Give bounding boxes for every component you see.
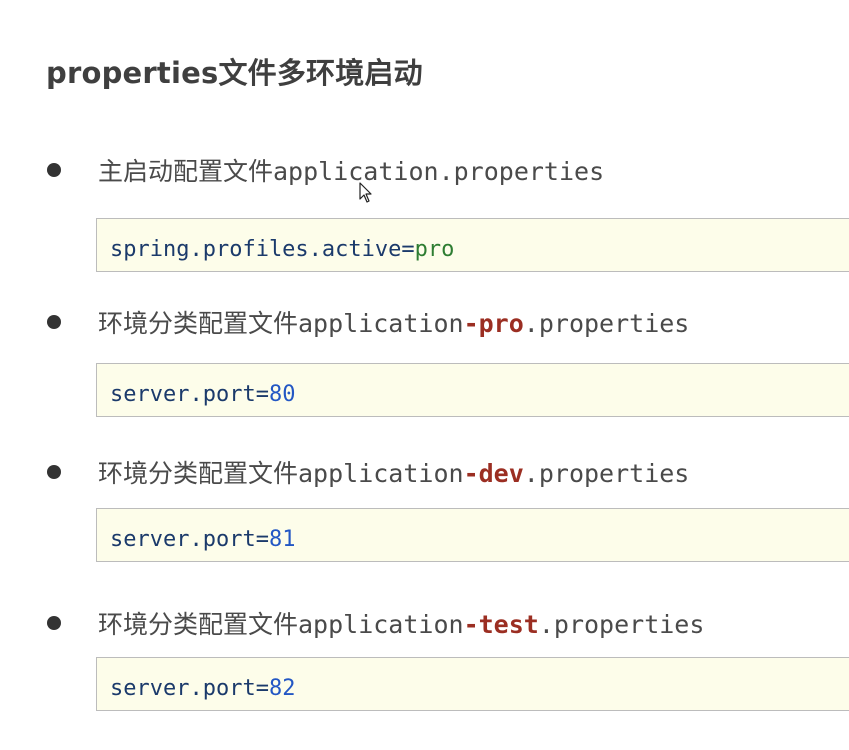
bullet-text-prefix: 主启动配置文件application — [98, 157, 439, 186]
bullet-dot-icon — [47, 465, 61, 479]
bullet-text-prefix: 环境分类配置文件application — [98, 309, 464, 338]
list-item: 环境分类配置文件application-test.properties — [0, 601, 849, 645]
code-key: server.port — [110, 527, 256, 552]
code-value: 80 — [268, 382, 296, 407]
list-item: 主启动配置文件application.properties — [0, 148, 849, 192]
code-line: server.port=82 — [110, 676, 295, 701]
code-block: server.port=82 — [96, 657, 849, 711]
code-block: spring.profiles.active=pro — [96, 218, 849, 272]
code-line: server.port=81 — [110, 527, 295, 552]
code-block: server.port=80 — [96, 363, 849, 417]
bullet-text-suffix: .properties — [438, 157, 605, 186]
bullet-text: 环境分类配置文件application-dev.properties — [98, 454, 689, 490]
bullet-text: 环境分类配置文件application-pro.properties — [98, 304, 689, 340]
bullet-text-highlight: -pro — [463, 309, 524, 338]
code-equals: = — [255, 527, 269, 552]
bullet-text-suffix: .properties — [523, 459, 690, 488]
page-title: properties文件多环境启动 — [46, 56, 423, 90]
bullet-text-highlight: -dev — [463, 459, 524, 488]
code-block: server.port=81 — [96, 508, 849, 562]
code-value: 81 — [268, 527, 296, 552]
code-key: server.port — [110, 382, 256, 407]
bullet-dot-icon — [47, 315, 61, 329]
code-value: 82 — [268, 676, 296, 701]
code-equals: = — [255, 676, 269, 701]
bullet-text-prefix: 环境分类配置文件application — [98, 459, 464, 488]
code-key: server.port — [110, 676, 256, 701]
list-item: 环境分类配置文件application-dev.properties — [0, 450, 849, 494]
code-equals: = — [255, 382, 269, 407]
bullet-dot-icon — [47, 616, 61, 630]
bullet-text-highlight: -test — [463, 610, 539, 639]
code-key: spring.profiles.active — [110, 237, 402, 262]
code-value: pro — [414, 237, 455, 262]
bullet-text-prefix: 环境分类配置文件application — [98, 610, 464, 639]
bullet-text-suffix: .properties — [538, 610, 705, 639]
code-line: spring.profiles.active=pro — [110, 237, 454, 262]
code-line: server.port=80 — [110, 382, 295, 407]
bullet-text-suffix: .properties — [523, 309, 690, 338]
bullet-text: 主启动配置文件application.properties — [98, 152, 604, 188]
bullet-dot-icon — [47, 163, 61, 177]
code-equals: = — [401, 237, 415, 262]
bullet-text: 环境分类配置文件application-test.properties — [98, 605, 704, 641]
mouse-pointer-icon — [359, 182, 372, 203]
list-item: 环境分类配置文件application-pro.properties — [0, 300, 849, 344]
